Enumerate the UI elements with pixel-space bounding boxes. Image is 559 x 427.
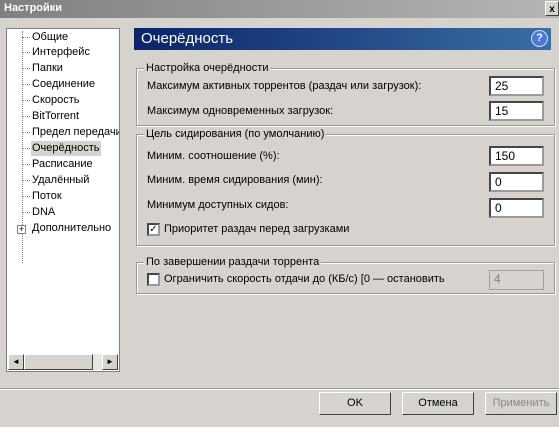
help-icon[interactable]: ? [531, 30, 548, 47]
sidebar-item-advanced[interactable]: Дополнительно [31, 221, 112, 236]
settings-tree: Общие Интерфейс Папки Соединение Скорост… [6, 28, 120, 372]
ok-button[interactable]: OK [319, 392, 391, 415]
expand-plus-icon[interactable]: + [17, 225, 26, 234]
priority-checkbox[interactable]: ✓ [147, 223, 160, 236]
limit-upload-label: Ограничить скорость отдачи до (КБ/с) [0 … [164, 273, 445, 285]
sidebar-item-transfer-cap[interactable]: Предел передачи [31, 125, 119, 140]
min-ratio-input[interactable]: 150 [489, 146, 544, 166]
window-title: Настройки [4, 2, 63, 14]
sidebar-item-folders[interactable]: Папки [31, 61, 64, 76]
apply-button[interactable]: Применить [485, 392, 557, 415]
queue-settings-legend: Настройка очерёдности [144, 62, 271, 74]
min-seeds-label: Минимум доступных сидов: [147, 199, 289, 211]
scroll-right-icon[interactable]: ► [102, 354, 118, 370]
on-complete-legend: По завершении раздачи торрента [144, 256, 322, 268]
max-active-input[interactable]: 25 [489, 76, 544, 96]
window-titlebar: Настройки x [0, 0, 559, 18]
sidebar-item-interface[interactable]: Интерфейс [31, 45, 91, 60]
sidebar-item-queueing[interactable]: Очерёдность [31, 141, 101, 156]
sidebar-item-stream[interactable]: Поток [31, 189, 63, 204]
limit-upload-input[interactable]: 4 [489, 270, 544, 290]
tree-horizontal-scrollbar[interactable]: ◄ ► [8, 354, 118, 370]
sidebar-item-dna[interactable]: DNA [31, 205, 56, 220]
sidebar-item-connection[interactable]: Соединение [31, 77, 96, 92]
priority-label: Приоритет раздач перед загрузками [164, 223, 350, 235]
page-title: Очерёдность [141, 30, 234, 47]
sidebar-item-scheduler[interactable]: Расписание [31, 157, 94, 172]
scroll-left-icon[interactable]: ◄ [8, 354, 24, 370]
min-seed-time-input[interactable]: 0 [489, 172, 544, 192]
button-separator [0, 388, 559, 390]
max-active-label: Максимум активных торрентов (раздач или … [147, 80, 422, 92]
max-downloads-label: Максимум одновременных загрузок: [147, 105, 334, 117]
sidebar-item-general[interactable]: Общие [31, 30, 69, 45]
sidebar-item-bittorrent[interactable]: BitTorrent [31, 109, 80, 124]
sidebar-item-remote[interactable]: Удалённый [31, 173, 90, 188]
scroll-thumb[interactable] [24, 354, 93, 370]
page-header: Очерёдность ? [134, 28, 551, 50]
sidebar-item-speed[interactable]: Скорость [31, 93, 81, 108]
min-ratio-label: Миним. соотношение (%): [147, 150, 280, 162]
limit-upload-checkbox[interactable] [147, 273, 160, 286]
close-icon[interactable]: x [545, 1, 559, 16]
min-seeds-input[interactable]: 0 [489, 198, 544, 218]
seeding-goal-legend: Цель сидирования (по умолчанию) [144, 128, 327, 140]
cancel-button[interactable]: Отмена [402, 392, 474, 415]
max-downloads-input[interactable]: 15 [489, 101, 544, 121]
min-seed-time-label: Миним. время сидирования (мин): [147, 174, 323, 186]
